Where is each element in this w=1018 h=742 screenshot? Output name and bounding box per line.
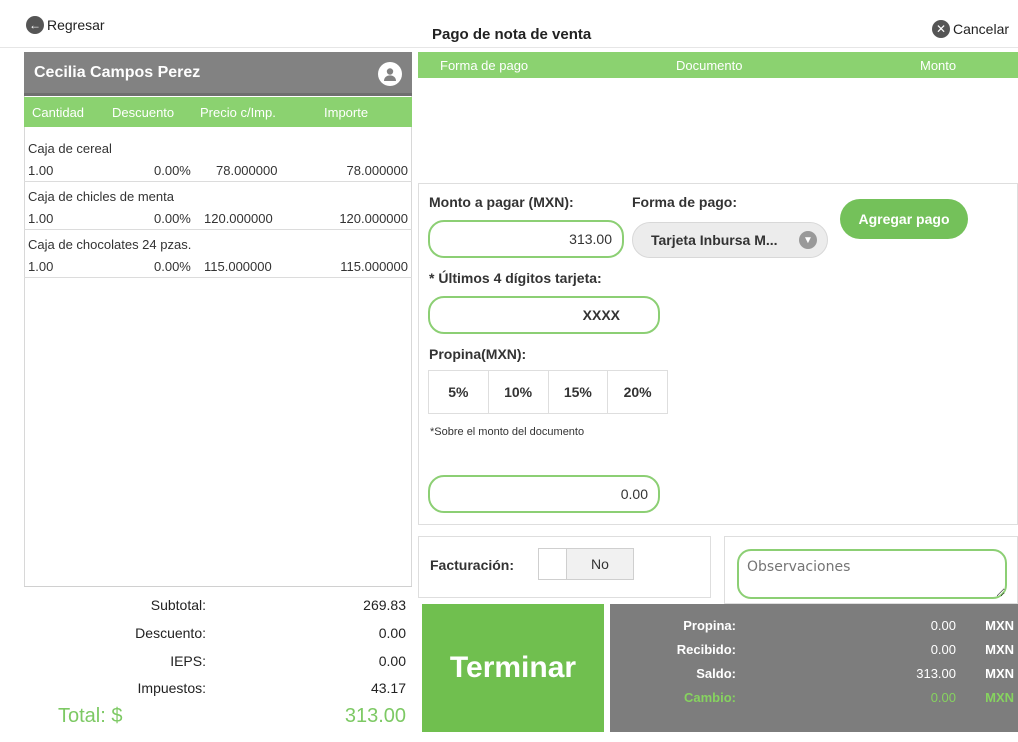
- items-table-header: Cantidad Descuento Precio c/Imp. Importe: [24, 97, 412, 127]
- item-name: Caja de cereal: [28, 141, 112, 156]
- items-list: Caja de cereal 1.00 0.00% 78.000000 78.0…: [24, 134, 412, 278]
- ieps-label: IEPS:: [170, 653, 206, 669]
- cancel-label: Cancelar: [953, 21, 1010, 37]
- summary-tip-unit: MXN: [985, 618, 1014, 633]
- taxes-label: Impuestos:: [137, 680, 206, 696]
- tip-label: Propina(MXN):: [429, 346, 527, 362]
- subtotal-label: Subtotal:: [150, 597, 206, 613]
- item-discount: 0.00%: [154, 163, 191, 178]
- item-price: 120.000000: [204, 211, 273, 226]
- customer-name: Cecilia Campos Perez: [34, 63, 201, 81]
- tip-value: 0.00: [620, 486, 648, 502]
- discount-value: 0.00: [378, 625, 406, 641]
- user-icon[interactable]: [378, 62, 402, 86]
- summary-tip-value: 0.00: [930, 618, 956, 633]
- summary-change-unit: MXN: [985, 690, 1014, 705]
- arrow-left-icon: ←: [26, 16, 44, 34]
- invoice-label: Facturación:: [430, 557, 515, 573]
- card-digits-value: XXXX: [582, 307, 620, 323]
- back-label: Regresar: [47, 17, 105, 33]
- payment-method-label: Forma de pago:: [632, 194, 738, 210]
- payments-table-header: Forma de pago Documento Monto: [418, 52, 1018, 78]
- tip-option-5[interactable]: 5%: [429, 371, 489, 413]
- taxes-value: 43.17: [370, 680, 406, 696]
- totals-box: Subtotal: 269.83 Descuento: 0.00 IEPS: 0…: [24, 586, 412, 730]
- total-label: Total: $: [58, 705, 123, 727]
- column-amount: Importe: [324, 105, 369, 120]
- item-price: 78.000000: [216, 163, 278, 178]
- card-digits-label: * Últimos 4 dígitos tarjeta:: [429, 270, 602, 286]
- summary-balance-label: Saldo:: [696, 666, 736, 681]
- tip-option-20[interactable]: 20%: [608, 371, 667, 413]
- tip-option-15[interactable]: 15%: [549, 371, 609, 413]
- item-amount: 78.000000: [346, 163, 408, 178]
- notes-box: [724, 536, 1018, 604]
- summary-received-label: Recibido:: [676, 642, 736, 657]
- total-value: 313.00: [344, 705, 406, 727]
- notes-input[interactable]: [737, 549, 1007, 599]
- payment-method-value: Tarjeta Inbursa M...: [651, 232, 778, 248]
- column-discount: Descuento: [112, 105, 175, 120]
- cancel-button[interactable]: ✕ Cancelar: [932, 20, 1009, 38]
- page-title: Pago de nota de venta: [432, 26, 592, 43]
- item-name: Caja de chocolates 24 pzas.: [28, 237, 192, 252]
- discount-label: Descuento:: [135, 625, 206, 641]
- item-discount: 0.00%: [154, 259, 191, 274]
- summary-balance-unit: MXN: [985, 666, 1014, 681]
- table-row[interactable]: Caja de chicles de menta 1.00 0.00% 120.…: [24, 182, 412, 230]
- close-icon: ✕: [932, 20, 950, 38]
- customer-header: Cecilia Campos Perez: [24, 52, 412, 96]
- column-quantity: Cantidad: [32, 105, 85, 120]
- column-document: Documento: [676, 58, 743, 73]
- summary-received-unit: MXN: [985, 642, 1014, 657]
- subtotal-value: 269.83: [363, 597, 406, 613]
- item-discount: 0.00%: [154, 211, 191, 226]
- table-row[interactable]: Caja de chocolates 24 pzas. 1.00 0.00% 1…: [24, 230, 412, 278]
- amount-value: 313.00: [569, 231, 612, 247]
- item-qty: 1.00: [28, 259, 54, 274]
- tip-options: 5% 10% 15% 20%: [428, 370, 668, 414]
- tip-note: *Sobre el monto del documento: [430, 426, 585, 438]
- invoice-toggle[interactable]: No: [538, 548, 634, 580]
- chevron-down-icon: ▼: [799, 231, 817, 249]
- summary-received-value: 0.00: [930, 642, 956, 657]
- tip-option-10[interactable]: 10%: [489, 371, 549, 413]
- column-payment-method: Forma de pago: [440, 58, 529, 73]
- finish-button[interactable]: Terminar: [422, 604, 604, 732]
- summary-change-label: Cambio:: [684, 690, 736, 705]
- add-payment-button[interactable]: Agregar pago: [840, 199, 968, 239]
- back-button[interactable]: ← Regresar: [26, 16, 105, 34]
- summary-balance-value: 313.00: [916, 666, 956, 681]
- item-name: Caja de chicles de menta: [28, 189, 174, 204]
- summary-tip-label: Propina:: [683, 618, 736, 633]
- column-payment-amount: Monto: [920, 58, 957, 73]
- item-qty: 1.00: [28, 211, 54, 226]
- payment-summary: Propina: 0.00 MXN Recibido: 0.00 MXN Sal…: [610, 604, 1018, 732]
- summary-change-value: 0.00: [930, 690, 956, 705]
- card-digits-input[interactable]: XXXX: [428, 296, 660, 334]
- item-qty: 1.00: [28, 163, 54, 178]
- item-price: 115.000000: [204, 259, 272, 274]
- amount-input[interactable]: 313.00: [428, 220, 624, 258]
- item-amount: 115.000000: [340, 259, 408, 274]
- tip-input[interactable]: 0.00: [428, 475, 660, 513]
- amount-label: Monto a pagar (MXN):: [429, 194, 574, 210]
- item-amount: 120.000000: [339, 211, 408, 226]
- table-row[interactable]: Caja de cereal 1.00 0.00% 78.000000 78.0…: [24, 134, 412, 182]
- payment-method-select[interactable]: Tarjeta Inbursa M... ▼: [632, 222, 828, 258]
- column-unit-price: Precio c/Imp.: [200, 105, 276, 120]
- invoice-toggle-value: No: [591, 556, 609, 572]
- toggle-knob: [539, 549, 567, 579]
- ieps-value: 0.00: [378, 653, 406, 669]
